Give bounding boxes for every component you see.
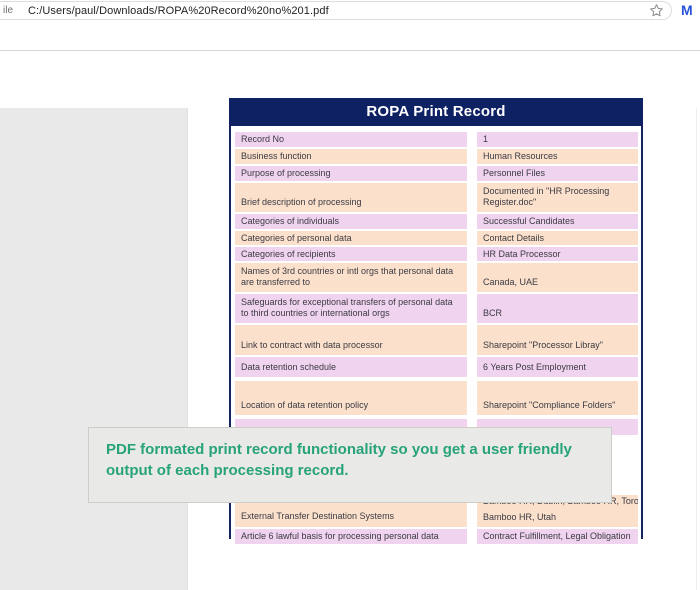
row-label: Names of 3rd countries or intl orgs that… <box>235 263 467 292</box>
row-label: Categories of personal data <box>235 231 467 245</box>
row-label: Record No <box>235 132 467 147</box>
row-value: Sharepoint "Compliance Folders" <box>477 381 638 415</box>
row-label: Data retention schedule <box>235 357 467 377</box>
row-label: Safeguards for exceptional transfers of … <box>235 294 467 323</box>
table-row: Link to contract with data processor Sha… <box>235 325 638 355</box>
file-scheme-label: ile <box>3 5 13 16</box>
row-label: Location of data retention policy <box>235 381 467 415</box>
row-label: Purpose of processing <box>235 166 467 181</box>
browser-top-bar: ile C:/Users/paul/Downloads/ROPA%20Recor… <box>0 0 700 22</box>
table-row: Safeguards for exceptional transfers of … <box>235 294 638 323</box>
table-row: Categories of personal data Contact Deta… <box>235 231 638 245</box>
table-row: Data retention schedule 6 Years Post Emp… <box>235 357 638 377</box>
address-url-text[interactable]: C:/Users/paul/Downloads/ROPA%20Record%20… <box>28 5 329 17</box>
extension-m-icon[interactable]: M <box>681 2 693 18</box>
table-row: Categories of recipients HR Data Process… <box>235 247 638 261</box>
row-value: Documented in "HR Processing Register.do… <box>477 183 638 212</box>
table-row: Article 6 lawful basis for processing pe… <box>235 529 638 544</box>
table-row: Location of data retention policy Sharep… <box>235 381 638 415</box>
table-row: Categories of individuals Successful Can… <box>235 214 638 229</box>
row-value: HR Data Processor <box>477 247 638 261</box>
viewer-background <box>0 108 187 590</box>
row-label: Categories of recipients <box>235 247 467 261</box>
row-value: BCR <box>477 294 638 323</box>
row-value: Successful Candidates <box>477 214 638 229</box>
row-value: Sharepoint "Processor Libray" <box>477 325 638 355</box>
page-left-edge <box>187 108 188 590</box>
ropa-record-title: ROPA Print Record <box>229 98 643 126</box>
row-label: Link to contract with data processor <box>235 325 467 355</box>
row-value-line: Bamboo HR, Utah <box>483 512 556 523</box>
favorite-star-icon[interactable] <box>649 3 665 19</box>
annotation-callout: PDF formated print record functionality … <box>88 427 612 503</box>
row-value: Canada, UAE <box>477 263 638 292</box>
row-value: Personnel Files <box>477 166 638 181</box>
table-row: Brief description of processing Document… <box>235 183 638 212</box>
row-value: Contract Fulfillment, Legal Obligation <box>477 529 638 544</box>
scrollbar-track[interactable] <box>696 108 697 590</box>
table-row: Record No 1 <box>235 132 638 147</box>
table-row: Purpose of processing Personnel Files <box>235 166 638 181</box>
table-row: Business function Human Resources <box>235 149 638 164</box>
row-label: Business function <box>235 149 467 164</box>
table-row: Names of 3rd countries or intl orgs that… <box>235 263 638 292</box>
pdf-toolbar <box>0 22 700 51</box>
row-value: Contact Details <box>477 231 638 245</box>
annotation-text: PDF formated print record functionality … <box>106 439 612 481</box>
row-value: Human Resources <box>477 149 638 164</box>
row-label: Article 6 lawful basis for processing pe… <box>235 529 467 544</box>
row-value: 1 <box>477 132 638 147</box>
row-label: Brief description of processing <box>235 183 467 212</box>
row-label: Categories of individuals <box>235 214 467 229</box>
row-value: 6 Years Post Employment <box>477 357 638 377</box>
